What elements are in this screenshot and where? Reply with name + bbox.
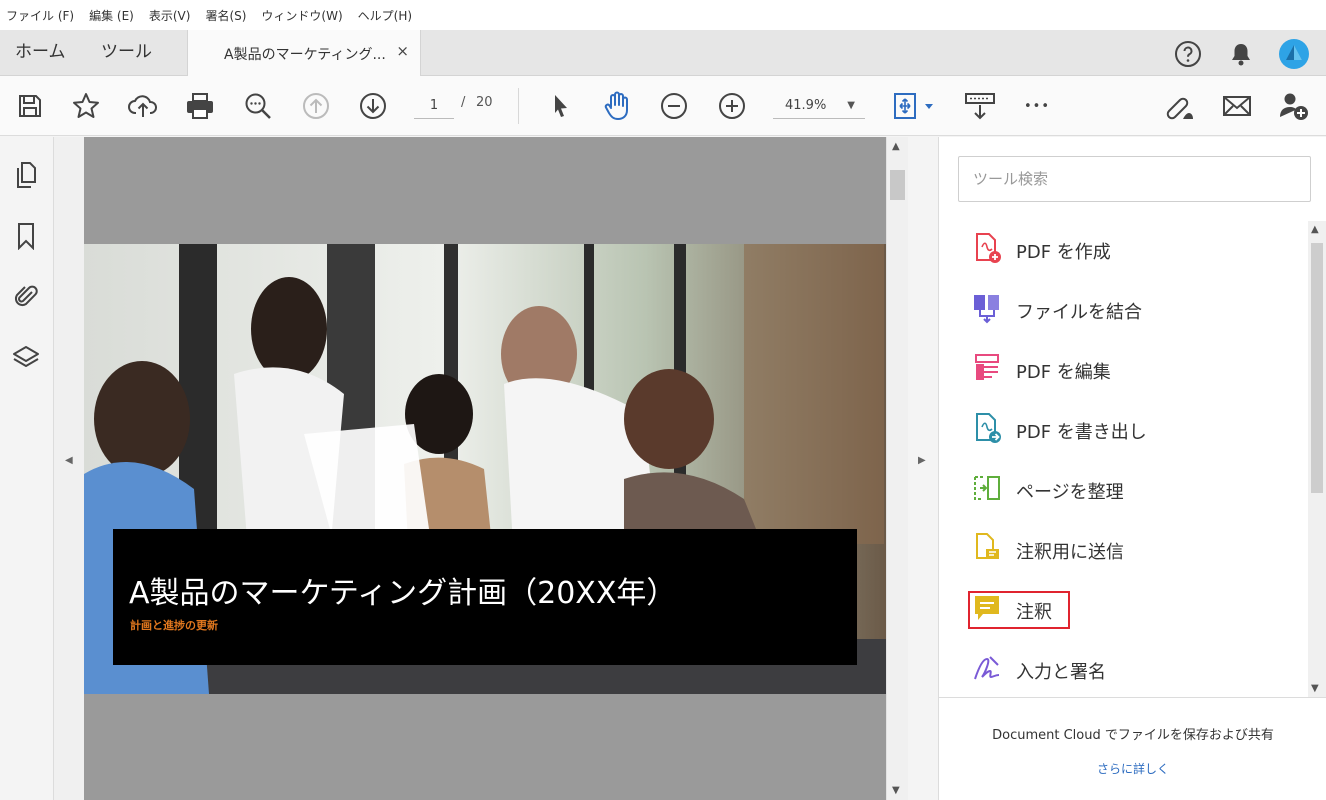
tool-create-pdf[interactable]: PDF を作成 xyxy=(967,226,1307,270)
collapse-left-icon: ◀ xyxy=(65,455,73,466)
page-number-input[interactable]: 1 xyxy=(414,93,454,119)
menu-view[interactable]: 表示(V) xyxy=(149,7,191,24)
pdf-page: A製品のマーケティング計画（20XX年） 計画と進捗の更新 xyxy=(84,244,886,694)
left-pane-toggle[interactable]: ◀ xyxy=(54,137,84,800)
chevron-down-icon: ▼ xyxy=(847,100,855,111)
document-tab-title: A製品のマーケティング... xyxy=(224,47,386,63)
bookmark-icon[interactable] xyxy=(11,221,41,251)
document-scrollbar[interactable]: ▲ ▼ xyxy=(886,137,908,800)
more-tools-icon[interactable]: ••• xyxy=(1021,90,1053,122)
right-pane-toggle[interactable]: ▶ xyxy=(908,137,938,800)
export-pdf-icon xyxy=(971,412,1003,444)
tool-send-for-comments-label: 注釈用に送信 xyxy=(1016,542,1124,563)
total-pages: 20 xyxy=(476,95,493,110)
mail-icon[interactable] xyxy=(1221,90,1253,122)
fit-page-icon[interactable] xyxy=(890,90,938,122)
learn-more-link[interactable]: さらに詳しく xyxy=(939,760,1326,777)
cloud-upload-icon[interactable] xyxy=(127,90,159,122)
document-subtitle: 計画と進捗の更新 xyxy=(130,619,218,632)
tool-fill-sign[interactable]: 入力と署名 xyxy=(967,646,1307,690)
print-icon[interactable] xyxy=(184,90,216,122)
layers-icon[interactable] xyxy=(11,343,41,373)
hand-tool-icon[interactable] xyxy=(601,90,633,122)
collapse-right-icon: ▶ xyxy=(918,455,926,466)
comment-highlight-box xyxy=(968,591,1070,629)
tool-create-pdf-label: PDF を作成 xyxy=(1016,242,1111,263)
more-label: ••• xyxy=(1023,98,1050,114)
scrollbar-thumb[interactable] xyxy=(890,170,905,200)
menu-sign[interactable]: 署名(S) xyxy=(205,7,246,24)
close-tab-button[interactable]: × xyxy=(396,42,409,60)
tool-organize-pages-label: ページを整理 xyxy=(1016,482,1124,503)
document-cloud-promo: Document Cloud でファイルを保存および共有 さらに詳しく xyxy=(939,697,1326,800)
attachment-icon[interactable] xyxy=(11,281,41,311)
scroll-down-icon[interactable]: ▼ xyxy=(892,785,900,796)
select-cursor-icon[interactable] xyxy=(544,90,576,122)
tool-organize-pages[interactable]: ページを整理 xyxy=(967,466,1307,510)
tab-home[interactable]: ホーム xyxy=(15,30,66,75)
zoom-in-icon[interactable] xyxy=(716,90,748,122)
document-title: A製品のマーケティング計画（20XX年） xyxy=(129,576,677,611)
tool-combine-files-label: ファイルを結合 xyxy=(1016,302,1142,323)
fill-sign-icon xyxy=(971,652,1003,684)
scroll-up-icon[interactable]: ▲ xyxy=(892,141,900,152)
zoom-level-value: 41.9% xyxy=(785,98,827,113)
tool-export-pdf[interactable]: PDF を書き出し xyxy=(967,406,1307,450)
menu-help[interactable]: ヘルプ(H) xyxy=(358,7,412,24)
zoom-level-dropdown[interactable]: 41.9% ▼ xyxy=(773,93,865,119)
send-for-comments-icon xyxy=(971,532,1003,564)
tool-search-input[interactable] xyxy=(958,156,1311,202)
tool-send-for-comments[interactable]: 注釈用に送信 xyxy=(967,526,1307,570)
tools-scrollbar[interactable]: ▲ ▼ xyxy=(1308,221,1326,697)
link-sign-icon[interactable] xyxy=(1163,90,1195,122)
tab-document[interactable]: A製品のマーケティング... × xyxy=(187,30,421,76)
page-separator: / xyxy=(461,95,466,110)
toolbar-divider xyxy=(518,88,519,124)
star-icon[interactable] xyxy=(70,90,102,122)
menu-edit[interactable]: 編集 (E) xyxy=(89,7,134,24)
organize-pages-icon xyxy=(971,472,1003,504)
tools-scroll-down-icon[interactable]: ▼ xyxy=(1311,683,1319,694)
menu-bar: ファイル (F) 編集 (E) 表示(V) 署名(S) ウィンドウ(W) ヘルプ… xyxy=(0,0,1326,30)
left-navigation-pane xyxy=(0,137,54,800)
avatar[interactable] xyxy=(1279,39,1309,69)
tool-export-pdf-label: PDF を書き出し xyxy=(1016,422,1147,443)
create-pdf-icon xyxy=(971,232,1003,264)
cover-title-box: A製品のマーケティング計画（20XX年） 計画と進捗の更新 xyxy=(113,529,857,665)
previous-page-icon[interactable] xyxy=(300,90,332,122)
next-page-icon[interactable] xyxy=(357,90,389,122)
document-cloud-text: Document Cloud でファイルを保存および共有 xyxy=(992,728,1274,743)
save-icon[interactable] xyxy=(14,90,46,122)
tool-edit-pdf-label: PDF を編集 xyxy=(1016,362,1111,383)
combine-files-icon xyxy=(971,292,1003,324)
page-thumbnails-icon[interactable] xyxy=(11,160,41,190)
tools-scroll-up-icon[interactable]: ▲ xyxy=(1311,224,1319,235)
tool-combine-files[interactable]: ファイルを結合 xyxy=(967,286,1307,330)
tab-bar: ホーム ツール A製品のマーケティング... × xyxy=(0,30,1326,76)
document-viewport[interactable]: A製品のマーケティング計画（20XX年） 計画と進捗の更新 xyxy=(84,137,886,800)
tool-edit-pdf[interactable]: PDF を編集 xyxy=(967,346,1307,390)
zoom-out-icon[interactable] xyxy=(658,90,690,122)
tool-fill-sign-label: 入力と署名 xyxy=(1016,662,1106,683)
menu-file[interactable]: ファイル (F) xyxy=(6,7,74,24)
zoom-search-icon[interactable] xyxy=(242,90,274,122)
menu-window[interactable]: ウィンドウ(W) xyxy=(261,7,342,24)
help-icon[interactable] xyxy=(1173,39,1203,69)
tools-scrollbar-thumb[interactable] xyxy=(1311,243,1323,493)
tab-tools[interactable]: ツール xyxy=(101,30,152,75)
tools-pane: PDF を作成 ファイルを結合 PDF を編集 PDF を書き出し ページを整理… xyxy=(938,137,1326,800)
add-user-icon[interactable] xyxy=(1278,90,1310,122)
toolbar: 1 / 20 41.9% ▼ ••• xyxy=(0,76,1326,136)
edit-pdf-icon xyxy=(971,352,1003,384)
bell-icon[interactable] xyxy=(1226,39,1256,69)
scroll-mode-icon[interactable] xyxy=(964,90,996,122)
